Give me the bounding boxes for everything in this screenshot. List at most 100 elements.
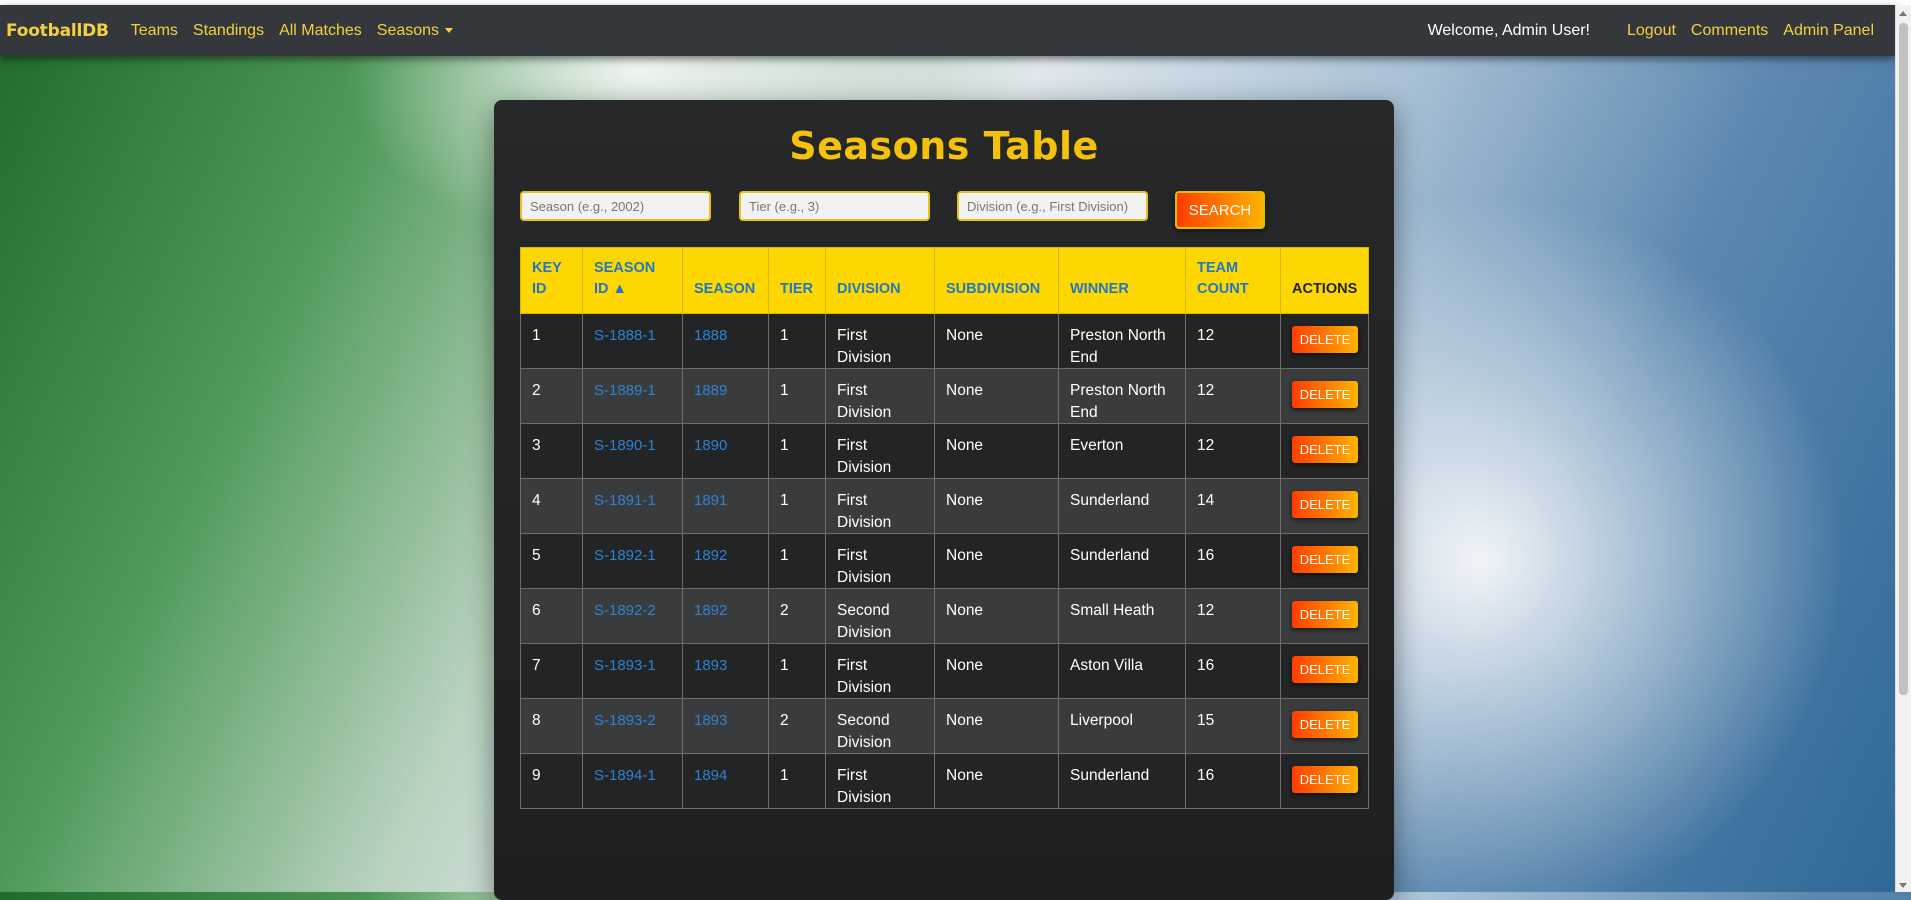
table-row: 2 S-1889-1 1889 1 First Division None Preston …	[520, 368, 1369, 424]
seasons-table: KEY ID SEASON ID ▲ SEASON TIER DIVISION …	[520, 247, 1369, 809]
nav-seasons-dropdown[interactable]: Seasons	[376, 21, 454, 40]
delete-button[interactable]: DELETE	[1292, 381, 1358, 408]
table-cell: None	[934, 423, 1059, 479]
cell-team-count: 12	[1197, 602, 1215, 619]
table-cell: First Division	[825, 423, 935, 479]
cell-winner: Small Heath	[1070, 602, 1155, 619]
brand-logo[interactable]: FootballDB	[6, 21, 109, 41]
header-key-id[interactable]: KEY ID	[520, 247, 583, 314]
delete-button[interactable]: DELETE	[1292, 491, 1358, 518]
nav-admin-panel[interactable]: Admin Panel	[1783, 22, 1874, 40]
cell-season-link[interactable]: 1893	[694, 712, 727, 729]
header-subdivision[interactable]: SUBDIVISION	[934, 247, 1059, 314]
tier-search-input[interactable]	[739, 191, 930, 221]
cell-season-id-link[interactable]: S-1890-1	[594, 437, 656, 454]
header-tier[interactable]: TIER	[768, 247, 826, 314]
table-row: 7 S-1893-1 1893 1 First Division None Aston Vi…	[520, 643, 1369, 699]
table-cell: 1	[768, 313, 826, 369]
table-row: 6 S-1892-2 1892 2 Second Division None Small H…	[520, 588, 1369, 644]
cell-season-link[interactable]: 1894	[694, 767, 727, 784]
table-cell: 16	[1185, 533, 1281, 589]
cell-season-id-link[interactable]: S-1892-2	[594, 602, 656, 619]
cell-key-id: 3	[532, 437, 541, 454]
cell-tier: 1	[780, 492, 789, 509]
table-cell: 16	[1185, 643, 1281, 699]
header-actions: ACTIONS	[1280, 247, 1369, 314]
cell-division: First Division	[837, 382, 892, 421]
delete-button[interactable]: DELETE	[1292, 601, 1358, 628]
cell-season-id-link[interactable]: S-1894-1	[594, 767, 656, 784]
cell-season-link[interactable]: 1888	[694, 327, 727, 344]
search-button[interactable]: SEARCH	[1175, 191, 1265, 229]
cell-tier: 1	[780, 437, 789, 454]
cell-season-link[interactable]: 1892	[694, 547, 727, 564]
nav-seasons-label: Seasons	[376, 21, 440, 39]
header-team-count[interactable]: TEAM COUNT	[1185, 247, 1281, 314]
nav-comments[interactable]: Comments	[1691, 22, 1768, 40]
cell-subdivision: None	[946, 602, 984, 619]
cell-key-id: 9	[532, 767, 541, 784]
table-cell: 1	[768, 368, 826, 424]
delete-button[interactable]: DELETE	[1292, 436, 1358, 463]
cell-team-count: 14	[1197, 492, 1215, 509]
scrollbar-thumb[interactable]	[1899, 23, 1908, 695]
cell-subdivision: None	[946, 327, 984, 344]
table-cell: 4	[520, 478, 583, 534]
table-cell: S-1891-1	[582, 478, 683, 534]
cell-winner: Sunderland	[1070, 547, 1150, 564]
nav-logout[interactable]: Logout	[1627, 22, 1676, 40]
cell-season-id-link[interactable]: S-1888-1	[594, 327, 656, 344]
cell-season-id-link[interactable]: S-1893-2	[594, 712, 656, 729]
table-cell: 1889	[682, 368, 769, 424]
cell-season-id-link[interactable]: S-1892-1	[594, 547, 656, 564]
scroll-down-arrow-icon[interactable]	[1899, 883, 1907, 888]
table-cell: First Division	[825, 368, 935, 424]
table-cell: None	[934, 478, 1059, 534]
table-cell: 3	[520, 423, 583, 479]
table-cell: S-1893-2	[582, 698, 683, 754]
nav-teams[interactable]: Teams	[131, 22, 178, 40]
seasons-card: Seasons Table SEARCH KEY ID SEASON ID ▲ …	[494, 100, 1394, 900]
cell-season-id-link[interactable]: S-1889-1	[594, 382, 656, 399]
cell-division: First Division	[837, 547, 892, 586]
delete-button[interactable]: DELETE	[1292, 326, 1358, 353]
nav-standings[interactable]: Standings	[193, 22, 264, 40]
cell-division: First Division	[837, 437, 892, 476]
table-row: 3 S-1890-1 1890 1 First Division None Everton 1…	[520, 423, 1369, 479]
cell-season-link[interactable]: 1892	[694, 602, 727, 619]
cell-season-link[interactable]: 1891	[694, 492, 727, 509]
header-division[interactable]: DIVISION	[825, 247, 935, 314]
table-cell: None	[934, 698, 1059, 754]
header-season[interactable]: SEASON	[682, 247, 769, 314]
nav-all-matches[interactable]: All Matches	[279, 22, 362, 40]
table-cell: 2	[520, 368, 583, 424]
header-season-id[interactable]: SEASON ID ▲	[582, 247, 683, 314]
delete-button[interactable]: DELETE	[1292, 656, 1358, 683]
table-cell: 14	[1185, 478, 1281, 534]
table-cell: 1888	[682, 313, 769, 369]
cell-season-id-link[interactable]: S-1893-1	[594, 657, 656, 674]
cell-season-link[interactable]: 1889	[694, 382, 727, 399]
delete-button[interactable]: DELETE	[1292, 711, 1358, 738]
header-winner[interactable]: WINNER	[1058, 247, 1186, 314]
cell-subdivision: None	[946, 437, 984, 454]
page-scrollbar[interactable]	[1895, 5, 1911, 892]
division-search-input[interactable]	[957, 191, 1148, 221]
cell-key-id: 8	[532, 712, 541, 729]
cell-key-id: 5	[532, 547, 541, 564]
table-cell: 8	[520, 698, 583, 754]
table-cell: 2	[768, 698, 826, 754]
table-cell: Second Division	[825, 698, 935, 754]
delete-button[interactable]: DELETE	[1292, 766, 1358, 793]
table-cell: Sunderland	[1058, 533, 1186, 589]
cell-winner: Sunderland	[1070, 767, 1150, 784]
delete-button[interactable]: DELETE	[1292, 546, 1358, 573]
cell-season-id-link[interactable]: S-1891-1	[594, 492, 656, 509]
scroll-up-arrow-icon[interactable]	[1899, 11, 1907, 16]
season-search-input[interactable]	[520, 191, 711, 221]
cell-season-link[interactable]: 1893	[694, 657, 727, 674]
table-cell-actions: DELETE	[1280, 643, 1369, 699]
table-cell: None	[934, 368, 1059, 424]
cell-season-link[interactable]: 1890	[694, 437, 727, 454]
welcome-text: Welcome, Admin User!	[1427, 21, 1590, 39]
